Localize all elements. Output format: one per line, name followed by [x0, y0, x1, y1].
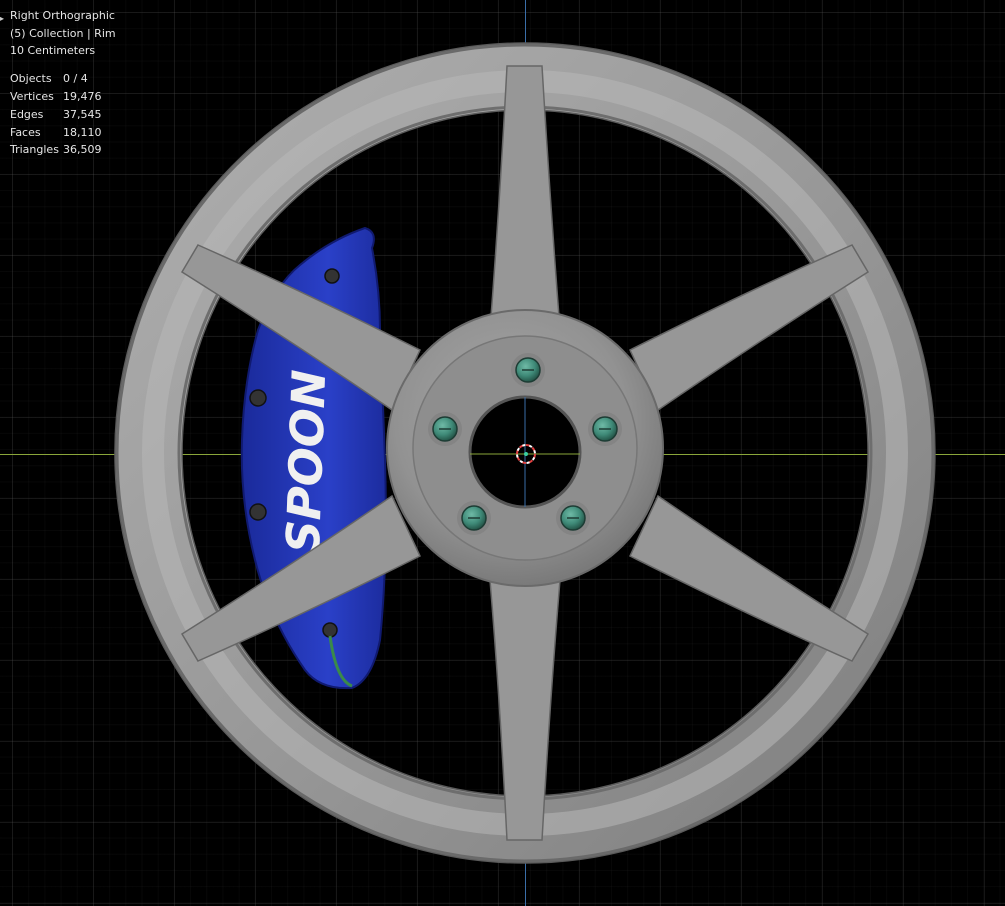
collection-info: (5) Collection | Rim — [10, 26, 116, 40]
stat-value: 19,476 — [63, 90, 102, 103]
stat-faces: Faces 18,110 — [10, 124, 102, 142]
lug-nut[interactable] — [428, 412, 462, 446]
collapse-arrow-icon[interactable]: ▸ — [0, 10, 4, 28]
lug-nut[interactable] — [556, 501, 590, 535]
stat-value: 0 / 4 — [63, 72, 88, 85]
caliper-bolt — [249, 503, 267, 521]
caliper-bolt — [322, 622, 338, 638]
stat-edges: Edges 37,545 — [10, 106, 102, 124]
stat-label: Triangles — [10, 143, 59, 156]
stat-label: Objects — [10, 72, 52, 85]
lug-nut[interactable] — [511, 353, 545, 387]
stat-value: 36,509 — [63, 143, 102, 156]
stat-label: Faces — [10, 126, 41, 139]
stat-value: 18,110 — [63, 126, 102, 139]
lug-nut[interactable] — [457, 501, 491, 535]
view-name: Right Orthographic — [10, 9, 115, 22]
stat-triangles: Triangles 36,509 — [10, 141, 102, 159]
caliper-bolt — [324, 268, 340, 284]
stat-value: 37,545 — [63, 108, 102, 121]
stat-objects: Objects 0 / 4 — [10, 70, 88, 88]
caliper-bolt — [249, 389, 267, 407]
caliper-logo: SPOON — [276, 369, 336, 554]
stat-label: Vertices — [10, 90, 54, 103]
lug-nut[interactable] — [588, 412, 622, 446]
stat-label: Edges — [10, 108, 44, 121]
grid-scale: 10 Centimeters — [10, 44, 96, 58]
stat-vertices: Vertices 19,476 — [10, 88, 102, 106]
wheel-scene[interactable]: SPOON — [0, 0, 1005, 906]
3d-viewport[interactable]: SPOON ▸ Right Orthographic (5) Collectio… — [0, 0, 1005, 906]
